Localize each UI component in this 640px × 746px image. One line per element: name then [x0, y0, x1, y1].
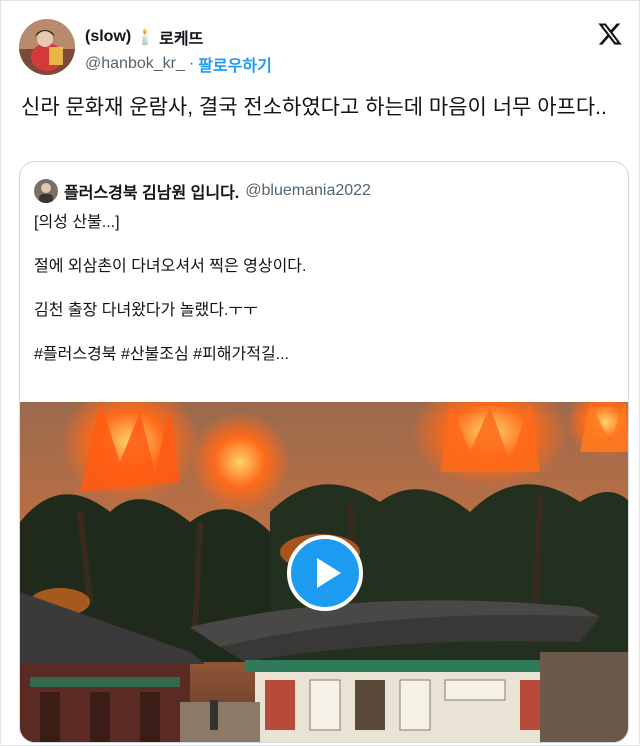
tweet-text: 신라 문화재 운람사, 결국 전소하였다고 하는데 마음이 너무 아프다..: [21, 96, 607, 119]
separator-dot: ·: [188, 55, 195, 72]
candle-emoji: 🕯️: [135, 29, 156, 46]
quoted-line: 절에 외삼촌이 다녀오셔서 찍은 영상이다.: [34, 258, 307, 275]
quoted-avatar-image: [34, 179, 58, 203]
video-thumbnail[interactable]: [20, 402, 628, 742]
author-handle[interactable]: @hanbok_kr_: [85, 55, 185, 73]
quoted-avatar[interactable]: [34, 179, 58, 203]
author-name-row: (slow) 🕯️ 로케뜨: [85, 25, 203, 49]
quoted-display-name[interactable]: 플러스경북 김남원 입니다.: [64, 179, 239, 203]
author-handle-row: @hanbok_kr_ · 팔로우하기: [85, 52, 272, 76]
author-name-suffix[interactable]: 로케뜨: [159, 25, 203, 49]
quoted-author-row: 플러스경북 김남원 입니다. @bluemania2022: [34, 179, 371, 203]
author-avatar[interactable]: [19, 19, 75, 75]
quoted-text: [의성 산불...] 절에 외삼촌이 다녀오셔서 찍은 영상이다. 김천 출장 …: [34, 212, 614, 388]
x-logo-icon[interactable]: [597, 21, 623, 47]
quoted-handle[interactable]: @bluemania2022: [245, 182, 371, 200]
author-avatar-image: [19, 19, 75, 75]
quoted-line: 김천 출장 다녀왔다가 놀랬다.ㅜㅜ: [34, 302, 258, 319]
quoted-hashtags[interactable]: #플러스경북 #산불조심 #피해가적길...: [34, 344, 614, 366]
quoted-line: [의성 산불...]: [34, 214, 120, 231]
author-display-name[interactable]: (slow): [85, 28, 131, 46]
follow-button[interactable]: 팔로우하기: [198, 52, 272, 76]
quoted-tweet[interactable]: 플러스경북 김남원 입니다. @bluemania2022 [의성 산불...]…: [19, 161, 629, 743]
play-icon[interactable]: [287, 535, 363, 611]
tweet-card: (slow) 🕯️ 로케뜨 @hanbok_kr_ · 팔로우하기 신라 문화재…: [0, 0, 640, 746]
